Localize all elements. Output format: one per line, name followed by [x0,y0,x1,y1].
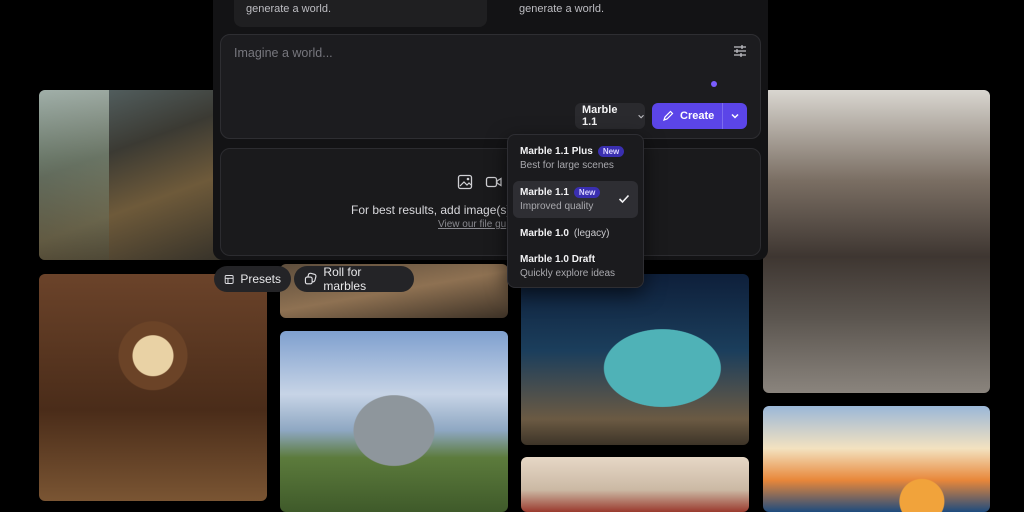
presets-button[interactable]: Presets [214,266,291,292]
new-badge: New [573,187,601,198]
option-description: Quickly explore ideas [520,268,616,279]
layout-icon [224,274,234,284]
new-badge: New [597,146,625,157]
file-guide-link[interactable]: View our file gu [438,219,506,230]
check-icon [618,194,630,204]
model-select-button[interactable]: Marble 1.1 [575,103,645,129]
model-option-marble-1-0-draft[interactable]: Marble 1.0 Draft Quickly explore ideas [513,248,638,285]
create-button-group: Create [652,103,747,129]
model-option-marble-1-1[interactable]: Marble 1.1 New Improved quality [513,181,638,218]
upload-hint: For best results, add image(s), [351,203,514,217]
roll-for-marbles-button[interactable]: Roll for marbles [294,265,414,293]
gallery-image-house[interactable] [521,457,749,512]
suggestion-card-text: generate a world. [246,3,331,15]
option-name: Marble 1.0 Draft [520,254,596,265]
gallery-image-ocean-sunset[interactable] [763,406,990,512]
gallery-image-night-cafe[interactable] [521,274,749,445]
suggestion-card[interactable]: generate a world. [507,0,760,27]
dice-icon [304,272,317,285]
model-option-marble-1-0[interactable]: Marble 1.0 (legacy) [513,222,638,244]
presets-label: Presets [240,272,281,286]
gallery-image-medieval-street[interactable] [763,90,990,393]
option-name: Marble 1.1 Plus [520,146,593,157]
image-icon[interactable] [457,174,475,190]
status-dot [711,81,717,87]
suggestion-card[interactable]: generate a world. [234,0,487,27]
model-dropdown-menu: Marble 1.1 Plus New Best for large scene… [507,134,644,288]
roll-label: Roll for marbles [323,265,367,293]
create-options-button[interactable] [722,103,747,129]
option-name: Marble 1.1 [520,187,569,198]
sliders-icon[interactable] [733,44,747,58]
pencil-brush-icon [663,110,674,121]
chevron-down-icon [638,114,644,119]
create-button[interactable]: Create [652,103,722,129]
option-description: Improved quality [520,201,594,212]
gallery-image-rock-landscape[interactable] [280,331,508,512]
model-option-marble-1-1-plus[interactable]: Marble 1.1 Plus New Best for large scene… [513,140,638,177]
create-button-label: Create [680,110,715,122]
option-name: Marble 1.0 [520,228,569,239]
legacy-note: (legacy) [573,228,610,239]
prompt-input[interactable]: Imagine a world... [234,46,333,60]
model-select-label: Marble 1.1 [582,104,618,128]
chevron-down-icon [731,113,739,119]
option-description: Best for large scenes [520,160,614,171]
gallery-image-chinese-room[interactable] [39,274,267,501]
suggestion-card-text: generate a world. [519,3,604,15]
video-icon[interactable] [485,174,503,190]
upload-dropzone[interactable]: For best results, add image(s), View our… [220,148,761,256]
